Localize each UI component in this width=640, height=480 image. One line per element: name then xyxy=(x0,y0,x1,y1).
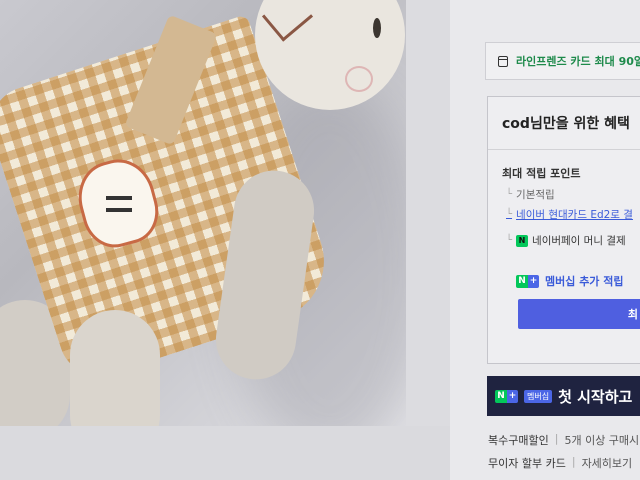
info-value: 5개 이상 구매시 xyxy=(564,434,640,447)
photo-bottom-margin xyxy=(0,426,450,480)
details-link[interactable]: 자세히보기 xyxy=(582,455,633,471)
benefit-divider xyxy=(488,149,640,150)
max-points-heading: 최대 적립 포인트 xyxy=(502,167,581,180)
membership-extra-points[interactable]: N + 멤버십 추가 적립 xyxy=(516,273,624,289)
tree-branch-icon: └ xyxy=(506,235,513,246)
naver-plus-icon: N + xyxy=(495,389,518,403)
benefit-box: cod님만을 위한 혜택 최대 적립 포인트 └ 기본적립 └ 네이버 현대카드… xyxy=(487,96,640,364)
point-item-basic: └ 기본적립 xyxy=(506,187,555,202)
character-patch-eyes xyxy=(106,196,132,212)
info-label: 무이자 할부 카드 xyxy=(488,457,566,470)
layout-gutter xyxy=(406,0,450,480)
bunny-leg-right xyxy=(70,310,160,426)
membership-tag: 멤버십 xyxy=(524,389,553,403)
membership-banner-text: 첫 시작하고 xyxy=(558,387,633,406)
membership-extra-label: 멤버십 추가 적립 xyxy=(545,275,624,288)
membership-banner[interactable]: N + 멤버십 첫 시작하고 xyxy=(487,376,640,416)
info-label: 복수구매할인 xyxy=(488,434,549,447)
credit-card-icon xyxy=(498,55,508,67)
bunny-blush xyxy=(345,66,373,92)
point-item-label[interactable]: 네이버 현대카드 Ed2로 결 xyxy=(516,207,633,222)
point-item-label: 네이버페이 머니 결제 xyxy=(532,235,626,247)
info-separator: | xyxy=(554,432,559,445)
benefit-title: cod님만을 위한 혜택 xyxy=(502,116,630,132)
naverpay-icon: N xyxy=(516,234,529,247)
info-separator: | xyxy=(571,455,576,468)
naver-plus-icon: N + xyxy=(516,274,539,288)
tree-branch-icon: └ xyxy=(506,189,513,200)
multi-buy-discount-row: 복수구매할인 | 5개 이상 구매시 xyxy=(488,432,639,448)
product-image[interactable] xyxy=(0,0,406,426)
card-promo-row[interactable]: 라인프렌즈 카드 최대 90일 xyxy=(485,42,640,80)
point-item-label: 기본적립 xyxy=(516,189,555,201)
max-benefit-button[interactable]: 최 xyxy=(518,299,640,329)
card-promo-text: 라인프렌즈 카드 최대 90일 xyxy=(516,55,640,68)
bunny-eye xyxy=(373,18,381,38)
point-item-npay: └ N 네이버페이 머니 결제 xyxy=(506,233,626,248)
tree-branch-icon: └ xyxy=(506,209,513,220)
interest-free-row: 무이자 할부 카드 | 자세히보기 xyxy=(488,455,632,471)
point-item-card-link[interactable]: └ 네이버 현대카드 Ed2로 결 xyxy=(506,207,633,222)
